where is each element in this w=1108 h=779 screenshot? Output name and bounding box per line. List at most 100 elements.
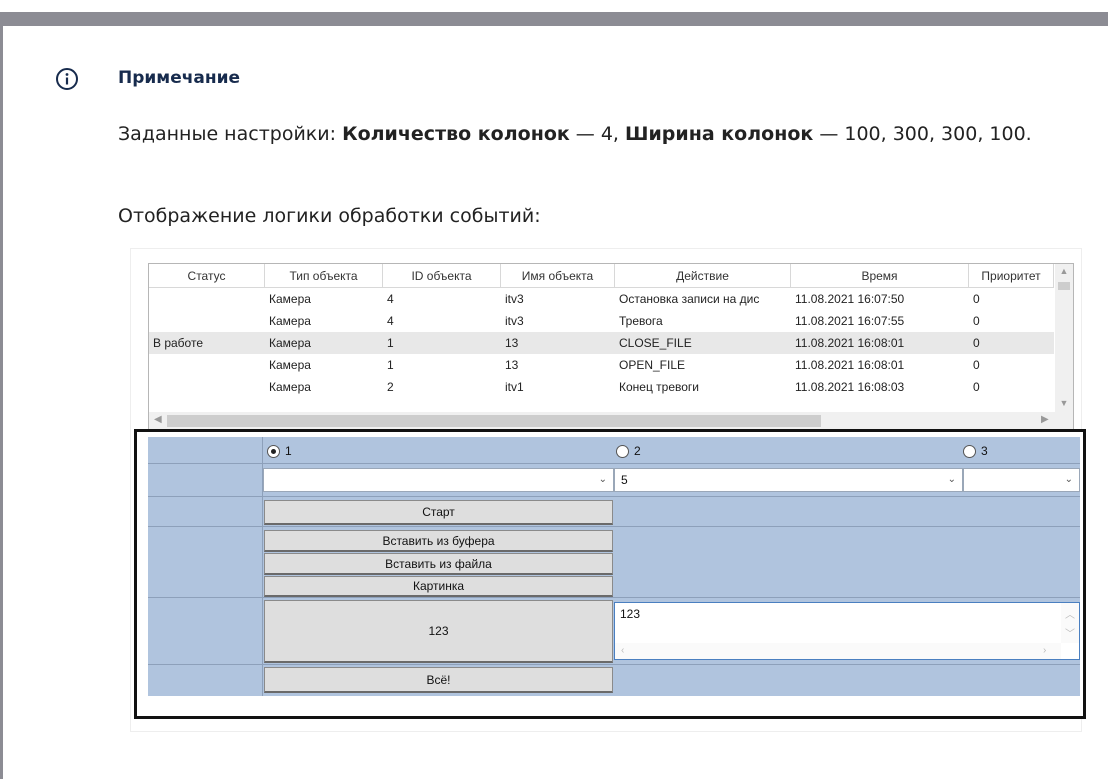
chevron-down-icon[interactable]: ⌄ <box>1065 474 1073 485</box>
paste-from-buffer-button[interactable]: Вставить из буфера <box>264 530 613 552</box>
table-cell <box>149 310 265 332</box>
radio-option-1[interactable]: 1 <box>267 444 292 458</box>
radio-option-2[interactable]: 2 <box>616 444 641 458</box>
table-row[interactable]: Камера 2 itv1 Конец тревоги 11.08.2021 1… <box>149 376 1054 398</box>
table-cell: 4 <box>387 314 394 328</box>
column-header[interactable]: Действие <box>615 264 791 288</box>
note-top-bar <box>0 12 1108 26</box>
chevron-up-icon[interactable]: ▲ <box>1055 266 1073 276</box>
text-area-value: 123 <box>620 607 641 621</box>
text-area-vertical-scrollbar[interactable]: ︿ ﹀ <box>1061 603 1079 643</box>
grid-vertical-scrollbar[interactable]: ▲ ▼ <box>1055 264 1073 414</box>
text-area-horizontal-scrollbar[interactable]: ‹ › <box>615 643 1061 659</box>
row-divider <box>148 526 1080 527</box>
radio-unchecked-icon[interactable] <box>616 444 629 458</box>
start-button[interactable]: Старт <box>264 500 613 525</box>
text-area[interactable]: 123 ︿ ﹀ ‹ › <box>614 602 1080 660</box>
table-cell: OPEN_FILE <box>619 358 686 372</box>
table-cell: 0 <box>973 336 980 350</box>
table-cell: itv3 <box>505 292 524 306</box>
table-cell: 11.08.2021 16:08:01 <box>795 358 905 372</box>
column-header[interactable]: Имя объекта <box>501 264 615 288</box>
table-cell: 0 <box>973 314 980 328</box>
value-button[interactable]: 123 <box>264 600 613 663</box>
table-cell: Тревога <box>619 314 663 328</box>
combo-value: 5 <box>621 473 628 487</box>
table-cell: 1 <box>387 336 394 350</box>
chevron-down-icon[interactable]: ▼ <box>1055 398 1073 408</box>
combo-box-1[interactable]: ⌄ <box>263 468 614 492</box>
column-header[interactable]: Время <box>791 264 969 288</box>
table-cell: Камера <box>269 292 311 306</box>
note-paragraph-settings: Заданные настройки: Количество колонок —… <box>118 118 1093 150</box>
table-cell: Камера <box>269 380 311 394</box>
column-header[interactable]: Тип объекта <box>265 264 383 288</box>
scroll-thumb[interactable] <box>1058 282 1070 290</box>
grid-header-row: Статус Тип объекта ID объекта Имя объект… <box>149 264 1054 288</box>
chevron-up-icon[interactable]: ︿ <box>1065 606 1075 621</box>
done-button[interactable]: Всё! <box>264 667 613 693</box>
table-row[interactable]: Камера 4 itv3 Остановка записи на дис 11… <box>149 288 1054 310</box>
table-cell: 0 <box>973 292 980 306</box>
table-cell <box>149 376 265 398</box>
scroll-thumb[interactable] <box>167 415 821 427</box>
table-cell: 13 <box>505 336 519 350</box>
chevron-left-icon[interactable]: ‹ <box>621 645 624 656</box>
info-icon <box>56 68 78 90</box>
chevron-right-icon[interactable]: › <box>1043 645 1046 656</box>
table-cell: Камера <box>269 358 311 372</box>
table-cell: CLOSE_FILE <box>619 336 692 350</box>
table-cell: Камера <box>269 336 311 350</box>
note-title: Примечание <box>118 68 241 88</box>
chevron-down-icon[interactable]: ⌄ <box>599 474 607 485</box>
form-grid: 1 2 3 ⌄ 5 ⌄ ⌄ Старт Вставить из буфера В… <box>148 437 1080 696</box>
table-row-selected[interactable]: В работе Камера 1 13 CLOSE_FILE 11.08.20… <box>149 332 1054 354</box>
radio-checked-icon[interactable] <box>267 444 280 458</box>
column-header[interactable]: Приоритет <box>969 264 1054 288</box>
table-cell: 11.08.2021 16:08:01 <box>795 336 905 350</box>
combo-box-2[interactable]: 5 ⌄ <box>614 468 963 492</box>
screenshot-frame: Статус Тип объекта ID объекта Имя объект… <box>130 248 1086 732</box>
table-cell: itv3 <box>505 314 524 328</box>
table-cell: 13 <box>505 358 519 372</box>
text-fragment: Заданные настройки: <box>118 123 343 145</box>
column-header[interactable]: Статус <box>149 264 265 288</box>
column-header[interactable]: ID объекта <box>383 264 501 288</box>
chevron-down-icon[interactable]: ﹀ <box>1065 625 1075 640</box>
radio-label: 2 <box>634 444 641 458</box>
note-left-rule <box>0 26 3 779</box>
table-cell: 1 <box>387 358 394 372</box>
radio-label: 1 <box>285 444 292 458</box>
table-cell: Остановка записи на дис <box>619 292 760 306</box>
table-cell: Камера <box>269 314 311 328</box>
picture-button[interactable]: Картинка <box>264 576 613 597</box>
chevron-right-icon[interactable]: ▶ <box>1041 414 1049 425</box>
grid-horizontal-scrollbar[interactable]: ◀ ▶ <box>149 412 1073 430</box>
row-divider <box>148 597 1080 598</box>
table-cell: 11.08.2021 16:07:55 <box>795 314 905 328</box>
table-row[interactable]: Камера 1 13 OPEN_FILE 11.08.2021 16:08:0… <box>149 354 1054 376</box>
table-cell <box>149 354 265 376</box>
table-cell: 0 <box>973 358 980 372</box>
combo-box-3[interactable]: ⌄ <box>963 468 1080 492</box>
table-cell: 4 <box>387 292 394 306</box>
table-cell: В работе <box>153 336 204 350</box>
table-cell: 2 <box>387 380 394 394</box>
table-cell: 11.08.2021 16:07:50 <box>795 292 905 306</box>
events-grid[interactable]: Статус Тип объекта ID объекта Имя объект… <box>148 263 1074 431</box>
text-fragment: — 100, 300, 300, 100. <box>813 123 1032 145</box>
chevron-left-icon[interactable]: ◀ <box>154 414 162 425</box>
row-divider <box>148 463 1080 464</box>
radio-option-3[interactable]: 3 <box>963 444 988 458</box>
bold-column-width: Ширина колонок <box>625 123 814 145</box>
row-divider <box>148 664 1080 665</box>
text-fragment: — 4, <box>569 123 626 145</box>
form-panel-outline: 1 2 3 ⌄ 5 ⌄ ⌄ Старт Вставить из буфера В… <box>134 429 1086 719</box>
radio-unchecked-icon[interactable] <box>963 444 976 458</box>
chevron-down-icon[interactable]: ⌄ <box>948 474 956 485</box>
table-cell: 11.08.2021 16:08:03 <box>795 380 905 394</box>
table-row[interactable]: Камера 4 itv3 Тревога 11.08.2021 16:07:5… <box>149 310 1054 332</box>
paste-from-file-button[interactable]: Вставить из файла <box>264 553 613 575</box>
table-cell: Конец тревоги <box>619 380 700 394</box>
note-paragraph-display: Отображение логики обработки событий: <box>118 205 541 227</box>
